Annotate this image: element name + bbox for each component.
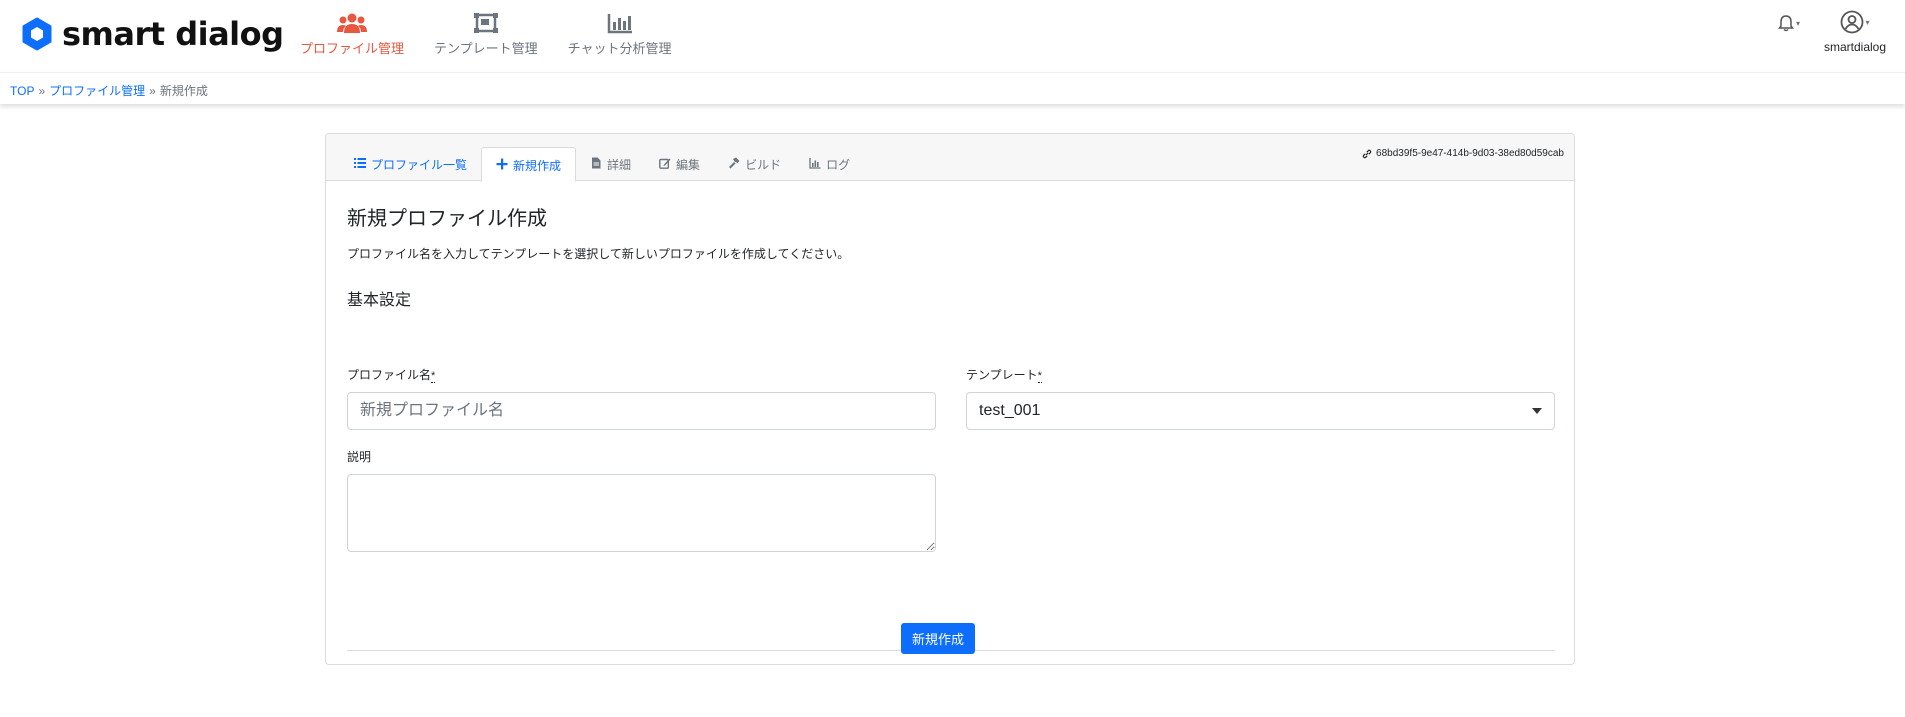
tab-bar: プロファイル一覧 新規作成 詳細 編集 ビルド ログ: [340, 147, 864, 182]
tab-log[interactable]: ログ: [795, 147, 864, 181]
create-button[interactable]: 新規作成: [901, 623, 975, 654]
tab-label: ビルド: [745, 158, 782, 172]
required-mark: *: [431, 370, 436, 383]
page-description: プロファイル名を入力してテンプレートを選択して新しいプロファイルを作成してくださ…: [347, 247, 850, 261]
file-icon: [592, 157, 601, 169]
tab-build[interactable]: ビルド: [714, 147, 795, 181]
chevron-down-icon: ▾: [1796, 18, 1801, 28]
profile-uuid: 68bd39f5-9e47-414b-9d03-38ed80d59cab: [1362, 148, 1564, 159]
tab-edit[interactable]: 編集: [645, 147, 714, 181]
tab-label: プロファイル一覧: [371, 158, 468, 172]
tab-label: 詳細: [607, 158, 632, 172]
nav-item-profile[interactable]: プロファイル管理: [300, 0, 404, 72]
logo-text: smart dialog: [62, 15, 284, 53]
tab-label: ログ: [826, 158, 851, 172]
card-header: プロファイル一覧 新規作成 詳細 編集 ビルド ログ 68bd39f5-9e47…: [326, 134, 1574, 182]
description-label: 説明: [347, 450, 372, 464]
logo-hexagon-icon: [22, 17, 52, 51]
page-title: 新規プロファイル作成: [347, 208, 547, 230]
bar-chart-icon: [607, 14, 632, 34]
chevron-down-icon: ▾: [1865, 17, 1870, 27]
user-circle-icon: [1841, 10, 1864, 34]
main-nav: プロファイル管理 テンプレート管理 チャット分析管理: [300, 0, 702, 72]
profile-name-input[interactable]: [347, 392, 936, 430]
tab-label: 新規作成: [513, 159, 562, 173]
caret-down-icon: [1532, 408, 1542, 414]
breadcrumb-separator: »: [149, 84, 156, 98]
link-icon: [1362, 149, 1372, 158]
logo[interactable]: smart dialog: [20, 14, 284, 54]
tab-label: 編集: [676, 158, 701, 172]
nav-item-chat-analysis[interactable]: チャット分析管理: [568, 0, 672, 72]
notifications-button[interactable]: ▾: [1777, 12, 1809, 34]
tab-profile-list[interactable]: プロファイル一覧: [340, 147, 481, 181]
profile-uuid-text: 68bd39f5-9e47-414b-9d03-38ed80d59cab: [1376, 148, 1564, 159]
user-menu[interactable]: ▾ smartdialog: [1815, 10, 1895, 54]
breadcrumb: TOP» プロファイル管理» 新規作成: [0, 72, 1905, 104]
breadcrumb-separator: »: [38, 84, 46, 98]
edit-icon: [659, 158, 671, 169]
breadcrumb-profile-link[interactable]: プロファイル管理: [49, 84, 145, 98]
template-label: テンプレート*: [966, 368, 1042, 383]
breadcrumb-top-link[interactable]: TOP: [10, 84, 34, 98]
list-icon: [354, 158, 366, 168]
section-title: 基本設定: [347, 292, 412, 309]
template-select[interactable]: test_001: [966, 392, 1555, 430]
bell-icon: [1778, 15, 1794, 32]
user-name: smartdialog: [1823, 40, 1887, 54]
template-select-value: test_001: [979, 402, 1041, 419]
nav-item-label: テンプレート管理: [434, 41, 538, 56]
profile-name-label: プロファイル名*: [347, 368, 436, 383]
required-mark: *: [1037, 370, 1042, 383]
chart-icon: [809, 158, 821, 169]
nav-item-template[interactable]: テンプレート管理: [434, 0, 538, 72]
users-icon: [337, 13, 367, 33]
card-body: 新規プロファイル作成 プロファイル名を入力してテンプレートを選択して新しいプロフ…: [347, 202, 1555, 651]
plus-icon: [496, 158, 508, 170]
profile-card: プロファイル一覧 新規作成 詳細 編集 ビルド ログ 68bd39f5-9e47…: [325, 133, 1575, 665]
template-icon: [473, 13, 498, 33]
breadcrumb-current: 新規作成: [159, 84, 208, 98]
tab-detail[interactable]: 詳細: [576, 147, 645, 181]
hammer-icon: [729, 157, 740, 169]
nav-item-label: チャット分析管理: [567, 41, 672, 56]
app-header: smart dialog プロファイル管理 テンプレート管理 チャット分析管理 …: [0, 0, 1905, 72]
description-textarea[interactable]: [347, 474, 936, 552]
nav-item-label: プロファイル管理: [300, 41, 405, 56]
tab-new[interactable]: 新規作成: [481, 147, 577, 182]
